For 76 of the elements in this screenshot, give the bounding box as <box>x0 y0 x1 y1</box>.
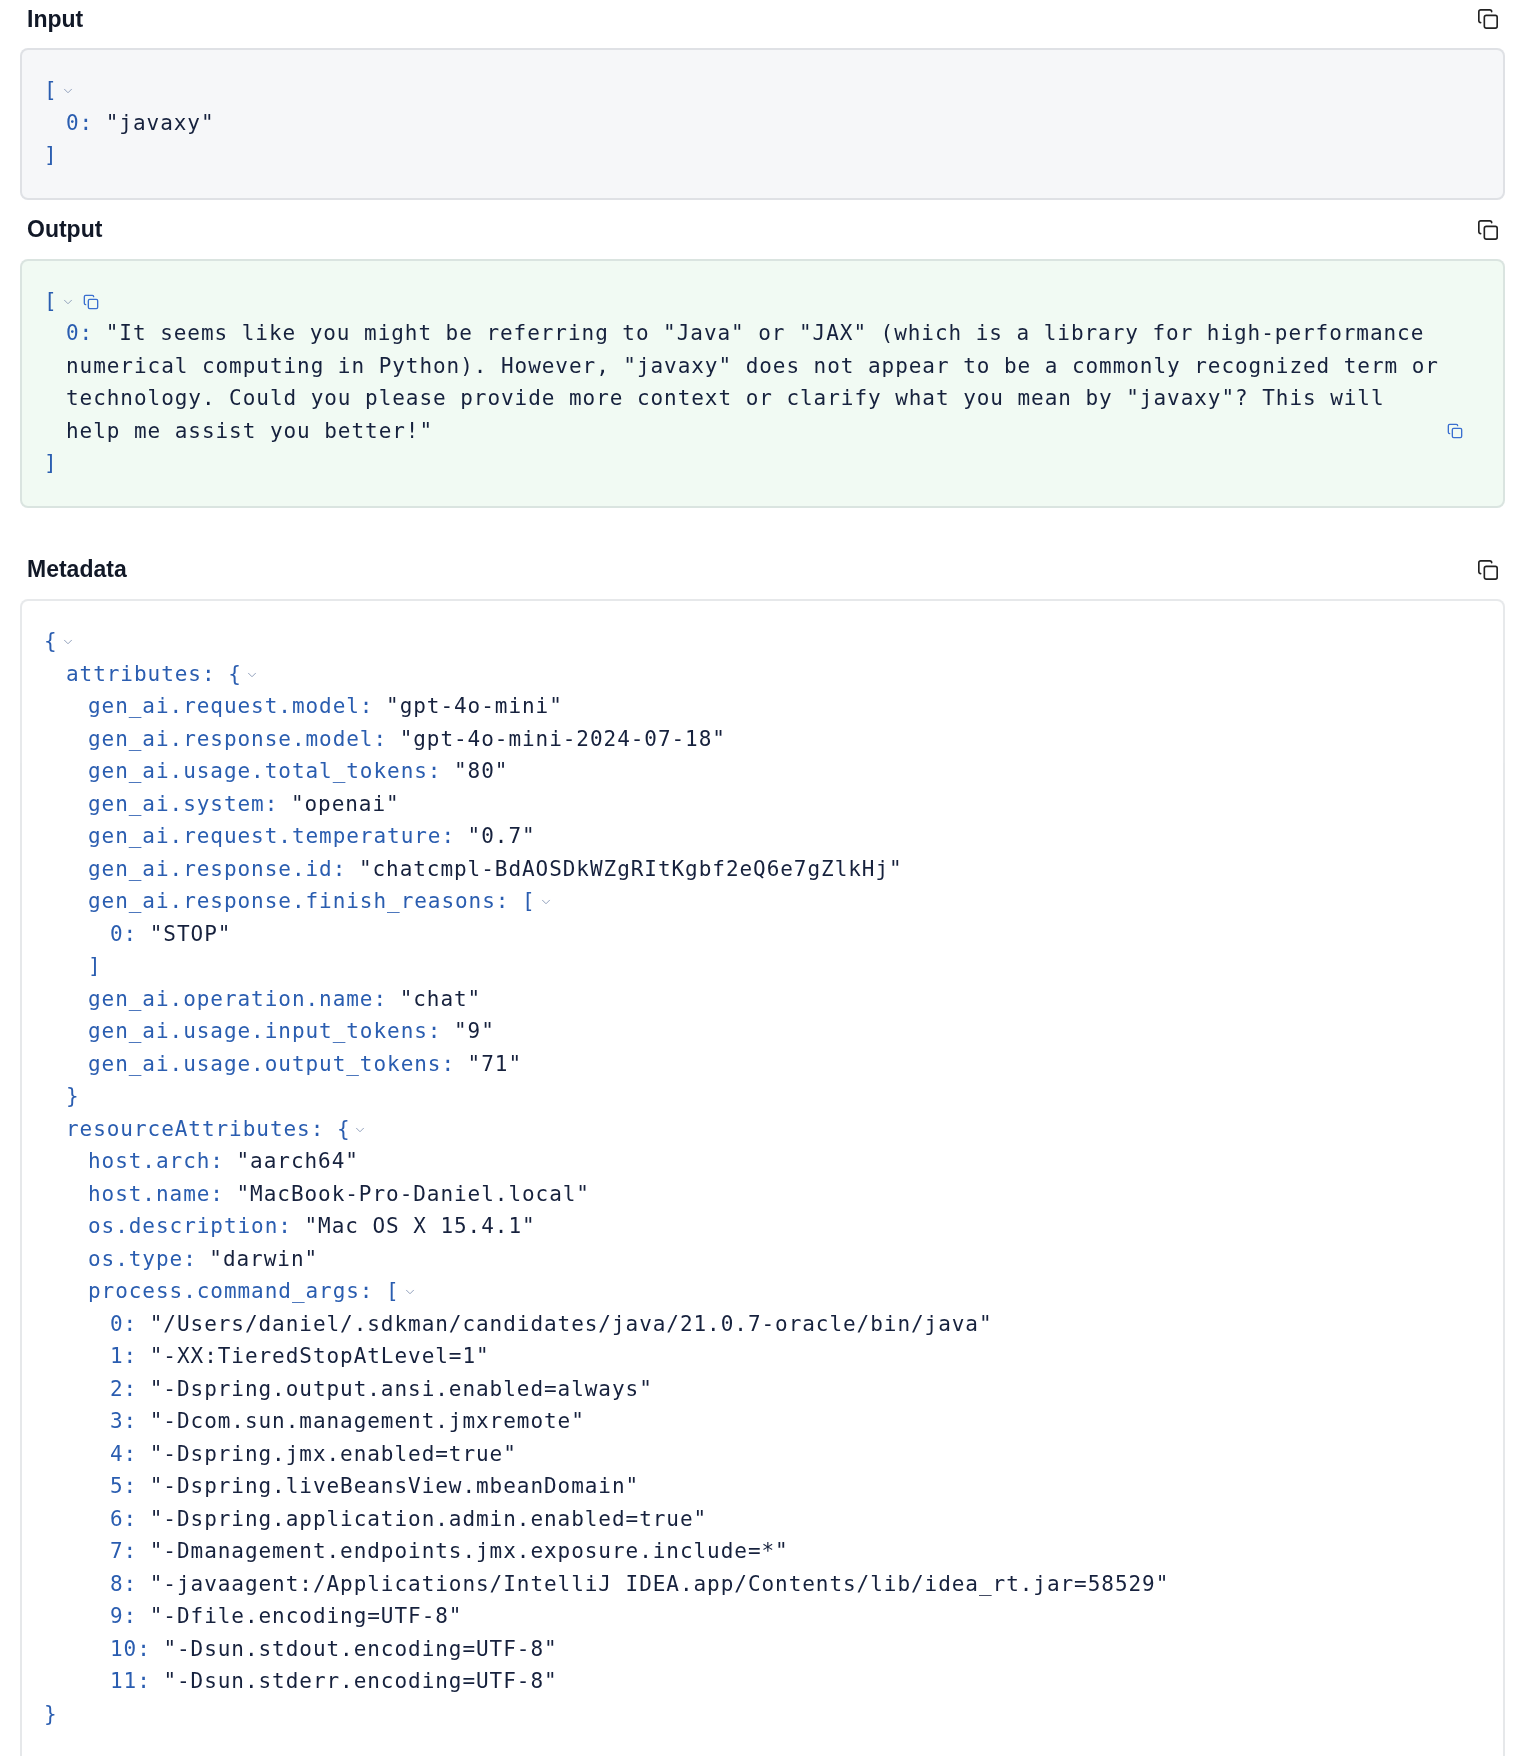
json-value: "-Dmanagement.endpoints.jmx.exposure.include=*" <box>149 1539 789 1563</box>
close-bracket: ] <box>88 954 102 978</box>
json-value: "aarch64" <box>236 1149 359 1173</box>
json-value: "openai" <box>290 791 400 816</box>
json-key: gen_ai.system: <box>88 791 279 816</box>
json-key: 9: <box>110 1604 138 1628</box>
close-bracket: } <box>44 1701 58 1726</box>
close-bracket: ] <box>44 451 58 476</box>
json-value: "80" <box>454 759 509 783</box>
json-value: "Mac OS X 15.4.1" <box>304 1214 536 1238</box>
open-bracket: { <box>44 629 58 653</box>
json-entry: 0: "It seems like you might be referring to "Java" or "JAX" (which is a library for high-performance numerical computing in Python). However, "javaxy" does not appear to be a commonly recognized term or technology. Could you please provide more context or clarify what you mean by "javaxy"? This will help me assist you better!" <box>66 320 1439 445</box>
json-value: "gpt-4o-mini-2024-07-18" <box>399 726 726 751</box>
json-key: 4: <box>110 1441 138 1466</box>
json-value: "/Users/daniel/.sdkman/candidates/java/21.0.7-oracle/bin/java" <box>149 1311 993 1336</box>
json-key: attributes: <box>66 661 216 686</box>
json-key: host.name: <box>88 1181 224 1206</box>
copy-icon[interactable] <box>82 293 99 310</box>
json-value: "STOP" <box>149 921 232 946</box>
json-key: resourceAttributes: <box>66 1116 325 1141</box>
json-value: "-Dsun.stderr.encoding=UTF-8" <box>163 1669 558 1693</box>
json-value: "gpt-4o-mini" <box>386 694 563 718</box>
json-key: gen_ai.request.temperature: <box>88 824 455 848</box>
json-value: "-Dspring.liveBeansView.mbeanDomain" <box>149 1474 640 1498</box>
json-key: gen_ai.response.finish_reasons: <box>88 889 510 913</box>
json-key: host.arch: <box>88 1149 224 1173</box>
json-key: 5: <box>110 1474 138 1498</box>
json-key: 11: <box>110 1669 151 1693</box>
json-key: os.type: <box>88 1246 197 1271</box>
json-key: 0: <box>66 110 94 135</box>
json-value: "chatcmpl-BdAOSDkWZgRItKgbf2eQ6e7gZlkHj" <box>358 856 903 881</box>
section-title: Output <box>27 216 103 244</box>
json-key: os.description: <box>88 1214 292 1238</box>
json-key: 6: <box>110 1506 138 1531</box>
json-key: 2: <box>110 1376 138 1401</box>
json-value: "-Dspring.output.ansi.enabled=always" <box>149 1376 653 1401</box>
json-key: 3: <box>110 1409 138 1433</box>
open-bracket: [ <box>522 889 536 913</box>
open-bracket: { <box>228 661 242 686</box>
json-key: 1: <box>110 1344 138 1368</box>
section-title: Input <box>27 5 84 33</box>
json-value: "darwin" <box>209 1246 319 1271</box>
json-key: gen_ai.operation.name: <box>88 986 388 1011</box>
open-bracket: [ <box>386 1279 400 1303</box>
json-value: "9" <box>454 1019 495 1043</box>
copy-icon[interactable] <box>1447 423 1463 440</box>
json-key: gen_ai.usage.input_tokens: <box>88 1019 442 1043</box>
json-key: 0: <box>110 1311 138 1336</box>
section-title: Metadata <box>27 556 127 584</box>
json-value: "MacBook-Pro-Daniel.local" <box>236 1181 590 1206</box>
json-key: 10: <box>110 1636 151 1661</box>
json-value: "-Dsun.stdout.encoding=UTF-8" <box>163 1636 558 1661</box>
json-value: "-Dspring.jmx.enabled=true" <box>149 1441 517 1466</box>
json-key: 7: <box>110 1539 138 1563</box>
json-value: "javaxy" <box>105 110 215 135</box>
json-value: "-XX:TieredStopAtLevel=1" <box>149 1344 490 1368</box>
json-value: "chat" <box>399 986 482 1011</box>
json-value: "-Dcom.sun.management.jmxremote" <box>149 1409 585 1433</box>
open-bracket: [ <box>44 288 58 313</box>
json-key: 0: <box>110 921 138 946</box>
json-key: gen_ai.response.model: <box>88 726 388 751</box>
json-key: process.command_args: <box>88 1279 374 1303</box>
json-value: "0.7" <box>467 824 536 848</box>
json-value: "-Dfile.encoding=UTF-8" <box>149 1604 463 1628</box>
json-key: gen_ai.usage.total_tokens: <box>88 759 442 783</box>
json-key: 8: <box>110 1571 138 1596</box>
json-value: "-javaagent:/Applications/IntelliJ IDEA.app/Contents/lib/idea_rt.jar=58529" <box>149 1571 1170 1596</box>
close-bracket: ] <box>44 143 58 168</box>
json-key: gen_ai.response.id: <box>88 856 347 881</box>
close-bracket: } <box>66 1084 80 1108</box>
open-bracket: [ <box>44 78 58 103</box>
json-key: gen_ai.usage.output_tokens: <box>88 1051 455 1076</box>
json-value: "-Dspring.application.admin.enabled=true" <box>149 1506 708 1531</box>
json-value: "71" <box>467 1051 522 1076</box>
json-key: gen_ai.request.model: <box>88 694 374 718</box>
open-bracket: { <box>336 1116 351 1141</box>
